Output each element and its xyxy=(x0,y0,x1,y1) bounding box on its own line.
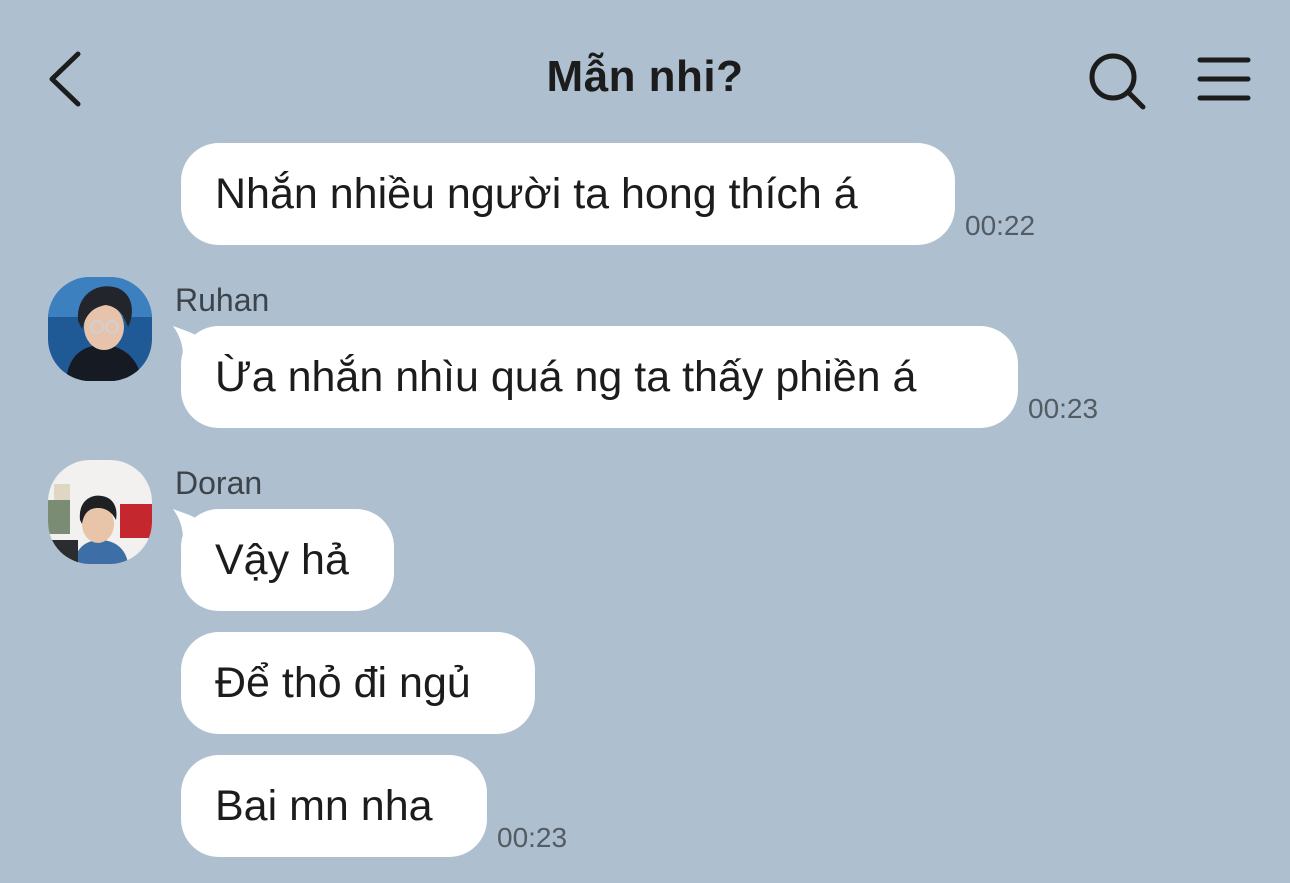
bubble-tail xyxy=(173,509,203,539)
search-button[interactable] xyxy=(1086,50,1150,114)
message-text: Bai mn nha xyxy=(215,781,433,830)
message-time: 00:22 xyxy=(965,210,1036,241)
message-bubble[interactable]: Để thỏ đi ngủ xyxy=(181,632,535,734)
message-text: Vậy hả xyxy=(215,535,349,584)
sender-name: Ruhan xyxy=(175,282,270,318)
search-icon xyxy=(1089,53,1146,110)
hamburger-menu-icon xyxy=(1197,57,1251,101)
message-time: 00:23 xyxy=(1028,393,1099,424)
message-bubble[interactable]: Nhắn nhiều người ta hong thích á xyxy=(181,143,955,245)
message-text: Nhắn nhiều người ta hong thích á xyxy=(215,169,858,218)
menu-button[interactable] xyxy=(1196,54,1252,106)
avatar-doran[interactable] xyxy=(48,460,152,564)
chat-header: Mẫn nhi? xyxy=(0,0,1290,150)
avatar-ruhan[interactable] xyxy=(48,277,152,381)
back-button[interactable] xyxy=(40,46,100,112)
message-bubble[interactable]: Ừa nhắn nhìu quá ng ta thấy phiền á xyxy=(173,326,1018,428)
sender-name: Doran xyxy=(175,465,263,501)
message-bubble[interactable]: Vậy hả xyxy=(173,509,394,611)
chevron-left-icon xyxy=(49,51,81,107)
bubble-tail xyxy=(173,326,203,356)
message-bubble[interactable]: Bai mn nha xyxy=(181,755,487,857)
message-text: Ừa nhắn nhìu quá ng ta thấy phiền á xyxy=(215,352,917,401)
message-time: 00:23 xyxy=(497,822,568,853)
message-text: Để thỏ đi ngủ xyxy=(215,658,471,707)
